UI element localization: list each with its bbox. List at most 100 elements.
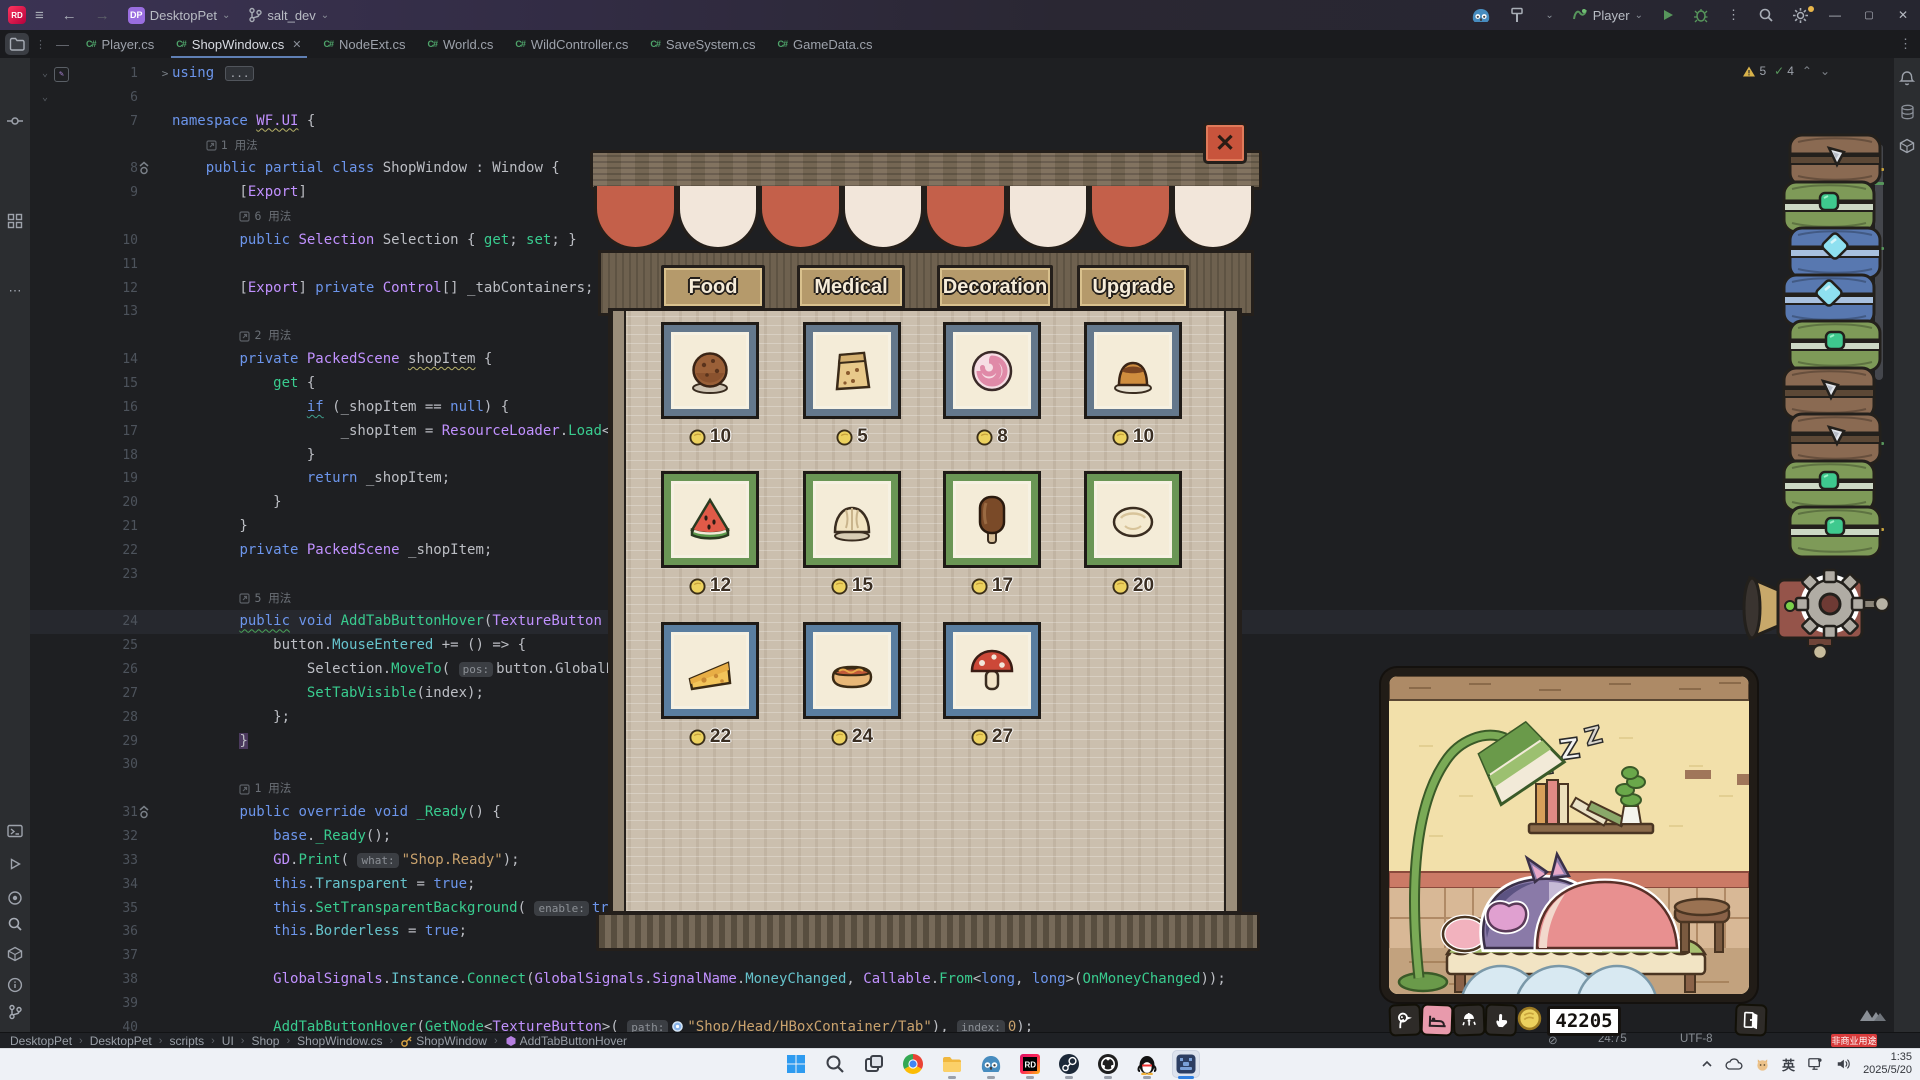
tool-terminal-stripe-button[interactable]	[0, 824, 30, 838]
ime-indicator[interactable]: 英	[1782, 1055, 1795, 1074]
breadcrumb-item[interactable]: scripts	[169, 1034, 204, 1048]
taskbar-taskview-button[interactable]	[860, 1050, 888, 1078]
breadcrumb-item[interactable]: DesktopPet	[90, 1034, 152, 1048]
tool-search-stripe-button[interactable]	[0, 916, 30, 932]
breadcrumb-item[interactable]: Shop	[251, 1034, 279, 1048]
project-tool-window-button[interactable]	[5, 33, 29, 55]
pet-tool-bird-button[interactable]	[1388, 1003, 1422, 1037]
taskbar-search-button[interactable]	[821, 1050, 849, 1078]
branch-selector[interactable]: salt_dev ⌄	[239, 0, 338, 30]
editor-tab-gamedata-cs[interactable]: C# GameData.cs	[767, 30, 884, 58]
editor-tab-world-cs[interactable]: C# World.cs	[417, 30, 505, 58]
usages-hint[interactable]: 5 用法	[239, 587, 291, 611]
tab-strip-more-button[interactable]: ⋮	[1899, 30, 1920, 58]
pet-tool-lamp-button[interactable]	[1452, 1003, 1486, 1037]
shop-item-cheese[interactable]	[661, 622, 759, 719]
taskbar-folder-button[interactable]	[938, 1050, 966, 1079]
onedrive-cloud-icon[interactable]	[1725, 1057, 1743, 1071]
taskbar-obs-button[interactable]	[1094, 1050, 1122, 1079]
fold-toggle[interactable]: >	[158, 62, 172, 86]
shop-item-mushroom[interactable]	[943, 622, 1041, 719]
shop-close-button[interactable]: ✕	[1203, 122, 1247, 164]
build-button[interactable]	[1500, 0, 1536, 30]
prev-problem-button[interactable]: ⌃	[1802, 64, 1812, 78]
breadcrumb-item[interactable]: ShopWindow.cs	[297, 1034, 382, 1048]
close-tab-icon[interactable]: ✕	[292, 38, 301, 51]
override-gutter-icon[interactable]	[138, 801, 158, 825]
shop-item-watermelon[interactable]	[661, 471, 759, 568]
godot-editor-button[interactable]	[1462, 0, 1500, 30]
editor-tab-shopwindow-cs[interactable]: C# ShopWindow.cs ✕	[165, 30, 312, 58]
usages-hint[interactable]: 1 用法	[206, 134, 258, 158]
tool-bell-stripe-button[interactable]	[1894, 70, 1920, 87]
door-button[interactable]	[1734, 1003, 1768, 1037]
usages-hint[interactable]: 2 用法	[239, 324, 291, 348]
shop-item-bread[interactable]	[1084, 471, 1182, 568]
search-everywhere-button[interactable]	[1749, 0, 1783, 30]
editor-tab-wildcontroller-cs[interactable]: C# WildController.cs	[504, 30, 639, 58]
minimize-button[interactable]: —	[1818, 0, 1852, 30]
more-stripe-button[interactable]: ⋯	[0, 283, 30, 299]
editor-tab-savesystem-cs[interactable]: C# SaveSystem.cs	[639, 30, 766, 58]
usages-hint[interactable]: 6 用法	[239, 205, 291, 229]
build-options-chevron[interactable]: ⌄	[1536, 0, 1562, 30]
taskbar-rider-button[interactable]: RD	[1016, 1050, 1044, 1079]
pet-tool-hand-button[interactable]	[1484, 1003, 1518, 1037]
run-button[interactable]	[1652, 0, 1684, 30]
tray-chevron-icon[interactable]	[1701, 1058, 1713, 1070]
maximize-button[interactable]: ▢	[1852, 0, 1886, 30]
shop-item-swirl[interactable]	[943, 322, 1041, 419]
shop-tab-decoration[interactable]: Decoration	[937, 265, 1053, 309]
more-actions-button[interactable]: ⋮	[1718, 0, 1749, 30]
next-problem-button[interactable]: ⌄	[1820, 64, 1830, 78]
network-icon[interactable]	[1807, 1057, 1823, 1071]
shop-tab-food[interactable]: Food	[661, 265, 765, 309]
breadcrumb-item[interactable]: UI	[222, 1034, 234, 1048]
gear-machine[interactable]	[1742, 540, 1902, 660]
pet-app-tray-icon[interactable]	[1755, 1057, 1770, 1072]
close-button[interactable]: ✕	[1886, 0, 1920, 30]
forward-button[interactable]: →	[86, 0, 119, 30]
debug-button[interactable]	[1684, 0, 1718, 30]
tool-structure-stripe-button[interactable]	[0, 213, 30, 229]
tool-playsm-stripe-button[interactable]	[0, 857, 30, 871]
back-button[interactable]: ←	[53, 0, 86, 30]
settings-button[interactable]	[1783, 0, 1818, 30]
shop-item-pudding[interactable]	[1084, 322, 1182, 419]
shop-item-bag[interactable]	[803, 322, 901, 419]
breadcrumb-separator: ›	[79, 1035, 83, 1047]
taskbar-start-button[interactable]	[782, 1050, 810, 1078]
breadcrumb-item[interactable]: DesktopPet	[10, 1034, 72, 1048]
tool-info-stripe-button[interactable]	[0, 977, 30, 993]
taskbar-godot-button[interactable]	[977, 1050, 1005, 1079]
tray-clock[interactable]: 1:35 2025/5/20	[1863, 1051, 1912, 1077]
volume-icon[interactable]	[1835, 1057, 1851, 1071]
shop-item-popsicle[interactable]	[943, 471, 1041, 568]
pet-tool-bed-button[interactable]	[1420, 1003, 1454, 1037]
shop-item-cookie[interactable]	[661, 322, 759, 419]
shop-item-dumpling[interactable]	[803, 471, 901, 568]
tool-branch-stripe-button[interactable]	[0, 1004, 30, 1020]
run-config-selector[interactable]: Player ⌄	[1563, 0, 1652, 30]
tool-target-stripe-button[interactable]	[0, 890, 30, 906]
shop-item-hotdog[interactable]	[803, 622, 901, 719]
taskbar-chrome-button[interactable]	[899, 1050, 927, 1078]
editor-tab-player-cs[interactable]: C# Player.cs	[75, 30, 165, 58]
taskbar-game-button[interactable]	[1172, 1050, 1200, 1079]
breadcrumb[interactable]: DesktopPet › DesktopPet › scripts › UI › Shop › Sh…	[0, 1034, 627, 1048]
taskbar-steam-button[interactable]	[1055, 1050, 1083, 1079]
editor-tab-nodeext-cs[interactable]: C# NodeExt.cs	[313, 30, 417, 58]
inspections-widget[interactable]: 5 ✓ 4 ⌃ ⌄	[1742, 64, 1830, 78]
taskbar-qq-button[interactable]	[1133, 1050, 1161, 1079]
breadcrumb-item[interactable]: AddTabButtonHover	[505, 1034, 627, 1048]
tool-commit-stripe-button[interactable]	[0, 113, 30, 129]
main-menu-button[interactable]: ≡	[26, 0, 53, 30]
shop-tab-medical[interactable]: Medical	[797, 265, 905, 309]
breadcrumb-item[interactable]: ShopWindow	[400, 1034, 487, 1048]
usages-hint[interactable]: 1 用法	[239, 777, 291, 801]
project-selector[interactable]: DP DesktopPet ⌄	[119, 0, 240, 30]
tool-db-stripe-button[interactable]	[1894, 104, 1920, 120]
override-gutter-icon[interactable]	[138, 157, 158, 181]
tool-package-stripe-button[interactable]	[0, 946, 30, 962]
shop-tab-upgrade[interactable]: Upgrade	[1077, 265, 1189, 309]
